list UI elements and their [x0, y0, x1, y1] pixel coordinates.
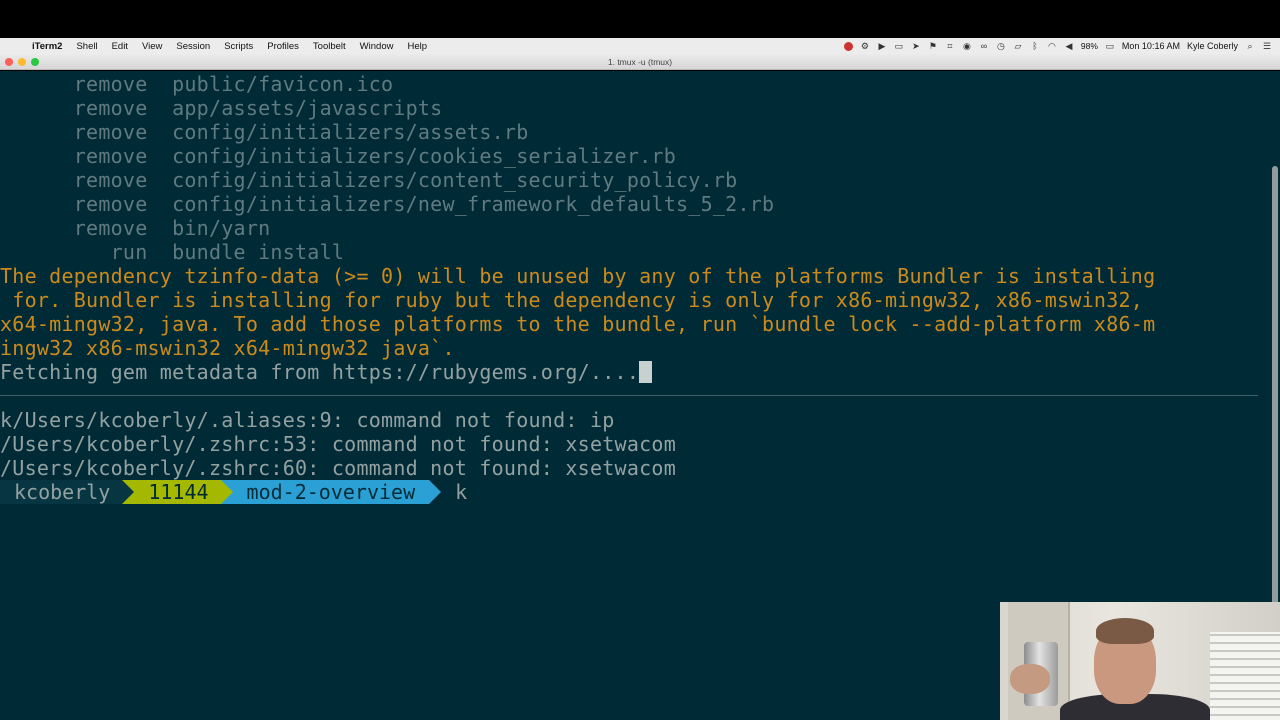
- settings-icon[interactable]: ⚙: [860, 41, 870, 51]
- terminal-line: remove public/favicon.ico: [0, 72, 394, 96]
- menu-edit[interactable]: Edit: [105, 41, 135, 52]
- wifi-icon[interactable]: ◠: [1047, 41, 1057, 51]
- window-title: 1. tmux -u (tmux): [607, 56, 673, 67]
- webcam-overlay: [1000, 602, 1280, 720]
- terminal-line: remove config/initializers/content_secur…: [0, 168, 738, 192]
- prompt-arrow-icon: [220, 480, 233, 504]
- menubar-status-area: ⚙ ▶ ▭ ➤ ⚑ ⌗ ◉ ∞ ◷ ▱ ᛒ ◠ ◀ 98% ▭ Mon 10:1…: [843, 38, 1272, 54]
- menu-profiles[interactable]: Profiles: [260, 41, 306, 52]
- prompt-history-number: 11144: [148, 480, 209, 504]
- top-black-bar: [0, 0, 1280, 38]
- user-name[interactable]: Kyle Coberly: [1187, 41, 1238, 51]
- menu-shell[interactable]: Shell: [69, 41, 104, 52]
- flag-icon[interactable]: ⚑: [928, 41, 938, 51]
- list-icon[interactable]: ☰: [1262, 41, 1272, 51]
- prompt-history-segment: 11144: [122, 480, 233, 504]
- window-titlebar: 1. tmux -u (tmux): [0, 54, 1280, 70]
- webcam-hand: [1010, 664, 1050, 694]
- fetching-line: Fetching gem metadata from https://rubyg…: [0, 360, 653, 384]
- error-line: /Users/kcoberly/.zshrc:60: command not f…: [0, 456, 677, 480]
- macos-menubar: iTerm2 Shell Edit View Session Scripts P…: [0, 38, 1280, 54]
- menu-scripts[interactable]: Scripts: [217, 41, 260, 52]
- battery-percent: 98%: [1080, 41, 1098, 51]
- terminal-line: remove app/assets/javascripts: [0, 96, 443, 120]
- shell-prompt[interactable]: kcoberly 11144 mod-2-overview k: [0, 480, 467, 504]
- play-icon[interactable]: ▶: [877, 41, 887, 51]
- error-line: /Users/kcoberly/.zshrc:53: command not f…: [0, 432, 677, 456]
- globe-icon[interactable]: ◉: [962, 41, 972, 51]
- menu-toolbelt[interactable]: Toolbelt: [306, 41, 353, 52]
- menu-session[interactable]: Session: [169, 41, 217, 52]
- warning-line: ingw32 x86-mswin32 x64-mingw32 java`.: [0, 336, 455, 360]
- webcam-background-window: [1210, 632, 1280, 720]
- prompt-user: kcoberly: [14, 480, 111, 504]
- warning-line: The dependency tzinfo-data (>= 0) will b…: [0, 264, 1156, 288]
- prompt-branch-segment: mod-2-overview: [220, 480, 442, 504]
- prompt-branch: mod-2-overview: [246, 480, 416, 504]
- terminal-scrollbar[interactable]: [1272, 166, 1278, 646]
- menu-help[interactable]: Help: [400, 41, 434, 52]
- terminal-line: remove bin/yarn: [0, 216, 271, 240]
- prompt-arrow-icon: [122, 480, 135, 504]
- terminal-line: remove config/initializers/new_framework…: [0, 192, 775, 216]
- minimize-button[interactable]: [18, 58, 26, 66]
- close-button[interactable]: [5, 58, 13, 66]
- menu-window[interactable]: Window: [353, 41, 401, 52]
- screen-icon[interactable]: ▭: [894, 41, 904, 51]
- terminal-line: remove config/initializers/cookies_seria…: [0, 144, 677, 168]
- airplay-icon[interactable]: ▱: [1013, 41, 1023, 51]
- arrow-icon[interactable]: ➤: [911, 41, 921, 51]
- terminal-line: remove config/initializers/assets.rb: [0, 120, 529, 144]
- prompt-arrow-icon: [429, 480, 442, 504]
- search-icon[interactable]: ⌕: [1245, 41, 1255, 51]
- webcam-person-hair: [1096, 618, 1154, 644]
- battery-icon[interactable]: ▭: [1105, 41, 1115, 51]
- bluetooth-icon[interactable]: ᛒ: [1030, 41, 1040, 51]
- fetching-text: Fetching gem metadata from https://rubyg…: [0, 360, 640, 384]
- prompt-user-segment: kcoberly: [0, 480, 135, 504]
- window-controls: [5, 58, 39, 66]
- menu-view[interactable]: View: [135, 41, 169, 52]
- record-icon[interactable]: [843, 41, 853, 51]
- error-line: k/Users/kcoberly/.aliases:9: command not…: [0, 408, 615, 432]
- warning-line: for. Bundler is installing for ruby but …: [0, 288, 1144, 312]
- grid-icon[interactable]: ⌗: [945, 41, 955, 51]
- warning-line: x64-mingw32, java. To add those platform…: [0, 312, 1156, 336]
- volume-icon[interactable]: ◀: [1064, 41, 1074, 51]
- terminal-line: run bundle install: [0, 240, 345, 264]
- terminal-cursor: [639, 361, 653, 383]
- app-menu[interactable]: iTerm2: [30, 41, 69, 52]
- timer-icon[interactable]: ◷: [996, 41, 1006, 51]
- clock[interactable]: Mon 10:16 AM: [1122, 41, 1180, 51]
- zoom-button[interactable]: [31, 58, 39, 66]
- glasses-icon[interactable]: ∞: [979, 41, 989, 51]
- tmux-pane-divider[interactable]: [0, 395, 1258, 396]
